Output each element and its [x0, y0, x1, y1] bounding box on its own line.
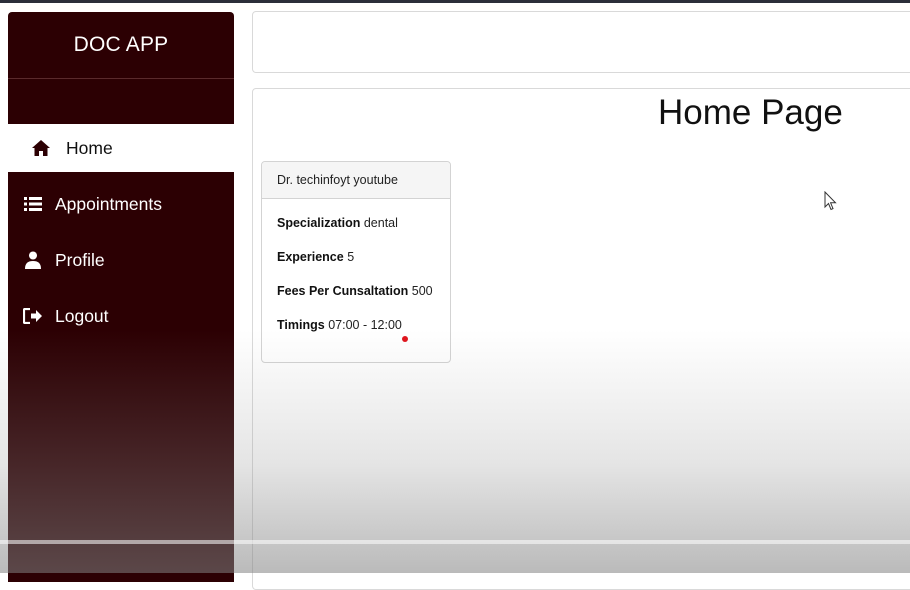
top-header — [252, 11, 910, 73]
fees-label: Fees Per Cunsaltation — [277, 284, 409, 298]
sidebar-item-home[interactable]: Home — [8, 124, 234, 172]
doctor-card[interactable]: Dr. techinfoyt youtube Specialization de… — [261, 161, 451, 363]
app-brand: DOC APP — [8, 12, 234, 79]
experience-label: Experience — [277, 250, 344, 264]
user-icon — [22, 249, 44, 271]
sidebar-item-label: Logout — [55, 305, 109, 326]
sidebar-item-label: Profile — [55, 249, 105, 270]
sidebar-item-label: Home — [66, 137, 113, 158]
fees-row: Fees Per Cunsaltation 500 — [277, 284, 450, 318]
window-top-strip — [0, 0, 910, 3]
sidebar-item-logout[interactable]: Logout — [8, 292, 234, 340]
list-icon — [22, 193, 44, 215]
main-content: Home Page Dr. techinfoyt youtube Special… — [252, 88, 910, 590]
timings-value: 07:00 - 12:00 — [328, 318, 402, 332]
sidebar: DOC APP Home Appointments Profile Logout — [8, 12, 234, 582]
specialization-value: dental — [363, 216, 398, 230]
timings-row: Timings 07:00 - 12:00 — [277, 318, 450, 352]
experience-row: Experience 5 — [277, 250, 450, 284]
page-title: Home Page — [658, 93, 843, 132]
experience-value: 5 — [347, 250, 355, 264]
sidebar-item-appointments[interactable]: Appointments — [8, 180, 234, 228]
doctor-card-body: Specialization dental Experience 5 Fees … — [262, 199, 450, 352]
specialization-label: Specialization — [277, 216, 361, 230]
specialization-row: Specialization dental — [277, 216, 450, 250]
sidebar-item-profile[interactable]: Profile — [8, 236, 234, 284]
sidebar-menu: Home Appointments Profile Logout — [8, 124, 234, 340]
fees-value: 500 — [411, 284, 433, 298]
timings-label: Timings — [277, 318, 325, 332]
home-icon — [30, 137, 52, 159]
doctor-name: Dr. techinfoyt youtube — [262, 162, 450, 199]
mouse-cursor-icon — [824, 191, 837, 211]
sidebar-item-label: Appointments — [55, 193, 163, 214]
pointer-highlight-dot — [402, 336, 408, 342]
logout-icon — [22, 305, 44, 327]
